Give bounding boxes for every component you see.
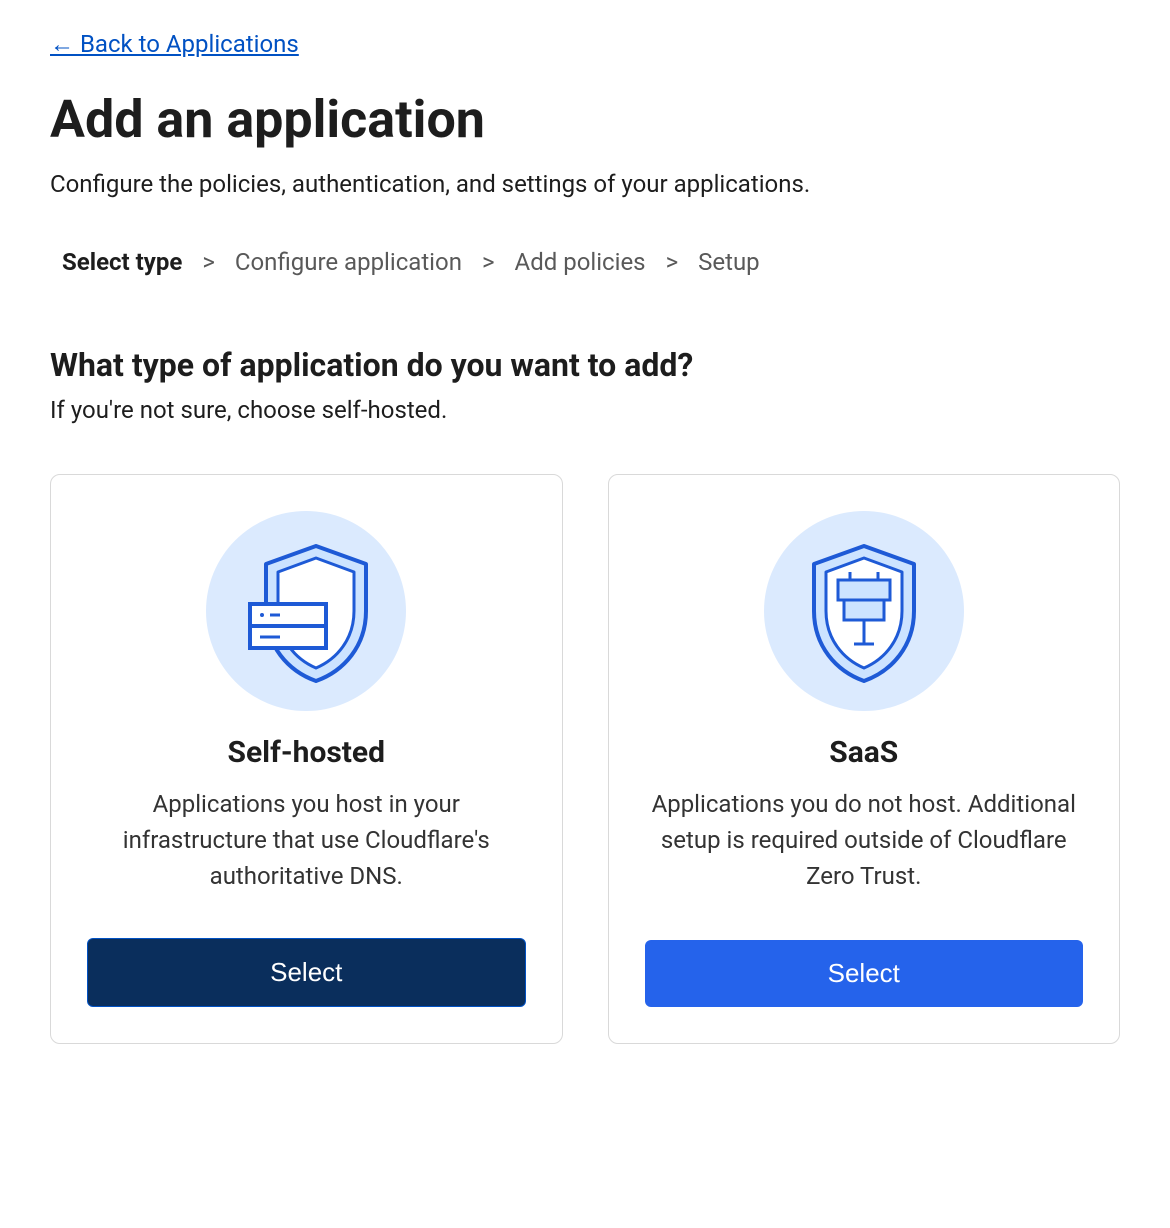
card-description: Applications you host in your infrastruc…	[87, 786, 526, 894]
breadcrumb-step-select-type: Select type	[62, 248, 182, 276]
application-type-cards: Self-hosted Applications you host in you…	[50, 474, 1120, 1044]
shield-wall-icon	[764, 511, 964, 711]
page-title: Add an application	[50, 89, 1120, 150]
section-subtitle: If you're not sure, choose self-hosted.	[50, 396, 1120, 424]
breadcrumb-separator: >	[482, 248, 495, 276]
section-title: What type of application do you want to …	[50, 346, 1120, 384]
breadcrumb-step-add-policies: Add policies	[515, 248, 646, 276]
wizard-breadcrumb: Select type > Configure application > Ad…	[50, 248, 1120, 276]
card-saas: SaaS Applications you do not host. Addit…	[608, 474, 1121, 1044]
select-saas-button[interactable]: Select	[645, 940, 1084, 1007]
page-subtitle: Configure the policies, authentication, …	[50, 170, 1120, 198]
shield-server-icon	[206, 511, 406, 711]
breadcrumb-separator: >	[666, 248, 679, 276]
card-title: SaaS	[829, 735, 898, 770]
card-self-hosted: Self-hosted Applications you host in you…	[50, 474, 563, 1044]
back-to-applications-link[interactable]: ← Back to Applications	[50, 30, 299, 59]
select-self-hosted-button[interactable]: Select	[87, 938, 526, 1007]
breadcrumb-step-setup: Setup	[698, 248, 760, 276]
card-title: Self-hosted	[227, 735, 385, 770]
breadcrumb-step-configure-application: Configure application	[235, 248, 462, 276]
card-description: Applications you do not host. Additional…	[645, 786, 1084, 896]
breadcrumb-separator: >	[202, 248, 215, 276]
